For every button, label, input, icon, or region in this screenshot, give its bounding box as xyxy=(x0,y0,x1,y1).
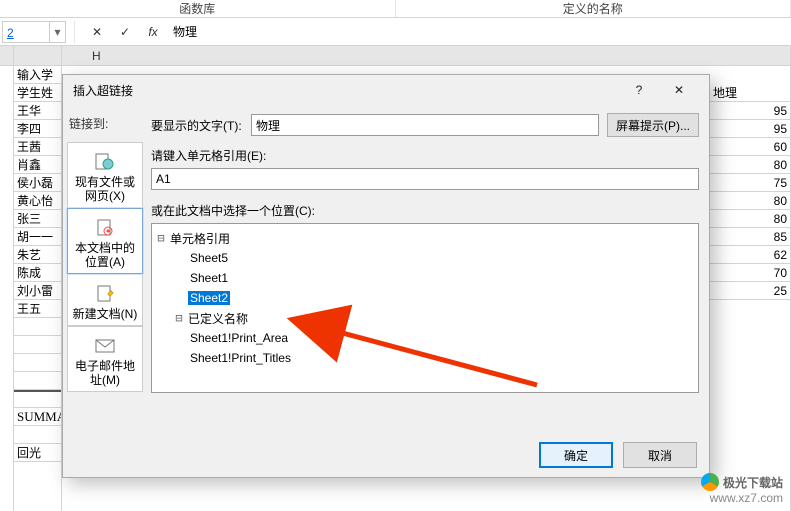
cell[interactable]: 刘小雷 xyxy=(14,282,61,300)
name-box-dropdown[interactable]: ▾ xyxy=(50,21,66,43)
cell[interactable] xyxy=(14,372,61,390)
tree-group-defined-names[interactable]: 已定义名称 xyxy=(186,310,250,327)
watermark-brand: 极光下载站 xyxy=(723,474,783,491)
formula-bar: 2 ▾ ✕ ✓ fx 物理 xyxy=(0,18,791,46)
cell[interactable]: 62 xyxy=(710,246,790,264)
display-text-input[interactable] xyxy=(251,114,599,136)
name-box[interactable]: 2 xyxy=(2,21,50,43)
cell[interactable]: 25 xyxy=(710,282,790,300)
row-headers xyxy=(0,46,14,511)
cell[interactable] xyxy=(14,426,61,444)
cell[interactable]: 80 xyxy=(710,210,790,228)
tree-item-sheet1[interactable]: Sheet1 xyxy=(188,271,230,285)
cell[interactable]: 侯小磊 xyxy=(14,174,61,192)
cancel-button[interactable]: 取消 xyxy=(623,442,697,468)
dialog-titlebar[interactable]: 插入超链接 ? ✕ xyxy=(63,75,709,105)
sidebar-item-place-in-doc[interactable]: 本文档中的位置(A) xyxy=(67,208,143,274)
column-A: 输入学 学生姓 王华 李四 王茜 肖鑫 侯小磊 黄心怡 张三 胡一一 朱艺 陈成… xyxy=(14,46,62,511)
globe-page-icon xyxy=(70,151,140,173)
cell[interactable]: 回光 xyxy=(14,444,61,462)
cell[interactable]: 胡一一 xyxy=(14,228,61,246)
watermark-url: www.xz7.com xyxy=(710,491,783,505)
cell-ref-label: 请键入单元格引用(E): xyxy=(151,147,699,164)
cell[interactable]: 95 xyxy=(710,102,790,120)
cell[interactable]: 张三 xyxy=(14,210,61,228)
cell[interactable] xyxy=(14,354,61,372)
cell[interactable] xyxy=(14,318,61,336)
select-all-corner[interactable] xyxy=(0,46,13,66)
cancel-formula-icon[interactable]: ✕ xyxy=(83,21,111,43)
cell[interactable]: 80 xyxy=(710,192,790,210)
ribbon-section-functions: 函数库 xyxy=(0,0,396,17)
cell[interactable]: 陈成 xyxy=(14,264,61,282)
sidebar-item-new-doc[interactable]: 新建文档(N) xyxy=(67,274,143,326)
sidebar-item-label: 现有文件或网页(X) xyxy=(70,175,140,203)
cell[interactable] xyxy=(14,390,61,408)
ribbon: 函数库 定义的名称 xyxy=(0,0,791,18)
cell[interactable]: 黄心怡 xyxy=(14,192,61,210)
tree-collapse-icon[interactable]: ⊟ xyxy=(154,231,168,245)
cell[interactable]: 王华 xyxy=(14,102,61,120)
cell[interactable]: 肖鑫 xyxy=(14,156,61,174)
screen-tip-button[interactable]: 屏幕提示(P)... xyxy=(607,113,699,137)
watermark-logo-icon xyxy=(701,473,719,491)
cell[interactable]: 李四 xyxy=(14,120,61,138)
sidebar-item-label: 新建文档(N) xyxy=(70,307,140,321)
link-to-sidebar: 链接到: 现有文件或网页(X) 本文档中的位置(A) 新建文档(N) xyxy=(63,105,147,435)
cell[interactable]: 60 xyxy=(710,138,790,156)
link-to-label: 链接到: xyxy=(67,109,143,142)
cell[interactable]: 朱艺 xyxy=(14,246,61,264)
formula-bar-value[interactable]: 物理 xyxy=(167,21,791,43)
ok-button[interactable]: 确定 xyxy=(539,442,613,468)
col-header-A[interactable] xyxy=(14,46,61,66)
cell[interactable]: 75 xyxy=(710,174,790,192)
cell[interactable]: 学生姓 xyxy=(14,84,61,102)
tree-group-cellref[interactable]: 单元格引用 xyxy=(168,230,232,247)
sidebar-item-label: 电子邮件地址(M) xyxy=(70,359,140,387)
close-button[interactable]: ✕ xyxy=(659,78,699,102)
new-document-icon xyxy=(70,283,140,305)
col-header-H[interactable]: H xyxy=(62,46,790,66)
cell[interactable] xyxy=(710,66,790,84)
cell-ref-input[interactable] xyxy=(151,168,699,190)
cell[interactable]: 95 xyxy=(710,120,790,138)
cell[interactable]: 王五 xyxy=(14,300,61,318)
dialog-main-pane: 要显示的文字(T): 屏幕提示(P)... 请键入单元格引用(E): 或在此文档… xyxy=(147,105,709,435)
cell[interactable]: 85 xyxy=(710,228,790,246)
cell[interactable] xyxy=(14,336,61,354)
ribbon-section-names: 定义的名称 xyxy=(396,0,791,17)
tree-item-print-titles[interactable]: Sheet1!Print_Titles xyxy=(188,351,293,365)
fx-icon[interactable]: fx xyxy=(139,21,167,43)
place-label: 或在此文档中选择一个位置(C): xyxy=(151,202,699,219)
tree-item-sheet5[interactable]: Sheet5 xyxy=(188,251,230,265)
document-target-icon xyxy=(70,217,140,239)
dialog-footer: 确定 取消 xyxy=(63,435,709,475)
insert-hyperlink-dialog: 插入超链接 ? ✕ 链接到: 现有文件或网页(X) 本文档中的位置(A) xyxy=(62,74,710,478)
tree-item-print-area[interactable]: Sheet1!Print_Area xyxy=(188,331,290,345)
sidebar-item-existing-file[interactable]: 现有文件或网页(X) xyxy=(67,142,143,208)
sidebar-item-label: 本文档中的位置(A) xyxy=(70,241,140,269)
cell-summary[interactable]: SUMMAR xyxy=(14,408,61,426)
cell[interactable]: 70 xyxy=(710,264,790,282)
display-text-label: 要显示的文字(T): xyxy=(151,117,251,134)
help-button[interactable]: ? xyxy=(619,78,659,102)
cell[interactable]: 王茜 xyxy=(14,138,61,156)
watermark: 极光下载站 www.xz7.com xyxy=(643,473,783,505)
place-tree[interactable]: ⊟ 单元格引用 Sheet5 Sheet1 Sheet2 ⊟ 已定义名称 She… xyxy=(151,223,699,393)
separator xyxy=(74,21,75,43)
tree-item-sheet2-selected[interactable]: Sheet2 xyxy=(188,291,230,305)
enter-formula-icon[interactable]: ✓ xyxy=(111,21,139,43)
dialog-title: 插入超链接 xyxy=(73,82,619,99)
cell-header-geo[interactable]: 地理 xyxy=(710,84,790,102)
tree-collapse-icon[interactable]: ⊟ xyxy=(172,311,186,325)
sidebar-item-email[interactable]: 电子邮件地址(M) xyxy=(67,326,143,392)
cell[interactable]: 输入学 xyxy=(14,66,61,84)
cell[interactable]: 80 xyxy=(710,156,790,174)
envelope-icon xyxy=(70,335,140,357)
